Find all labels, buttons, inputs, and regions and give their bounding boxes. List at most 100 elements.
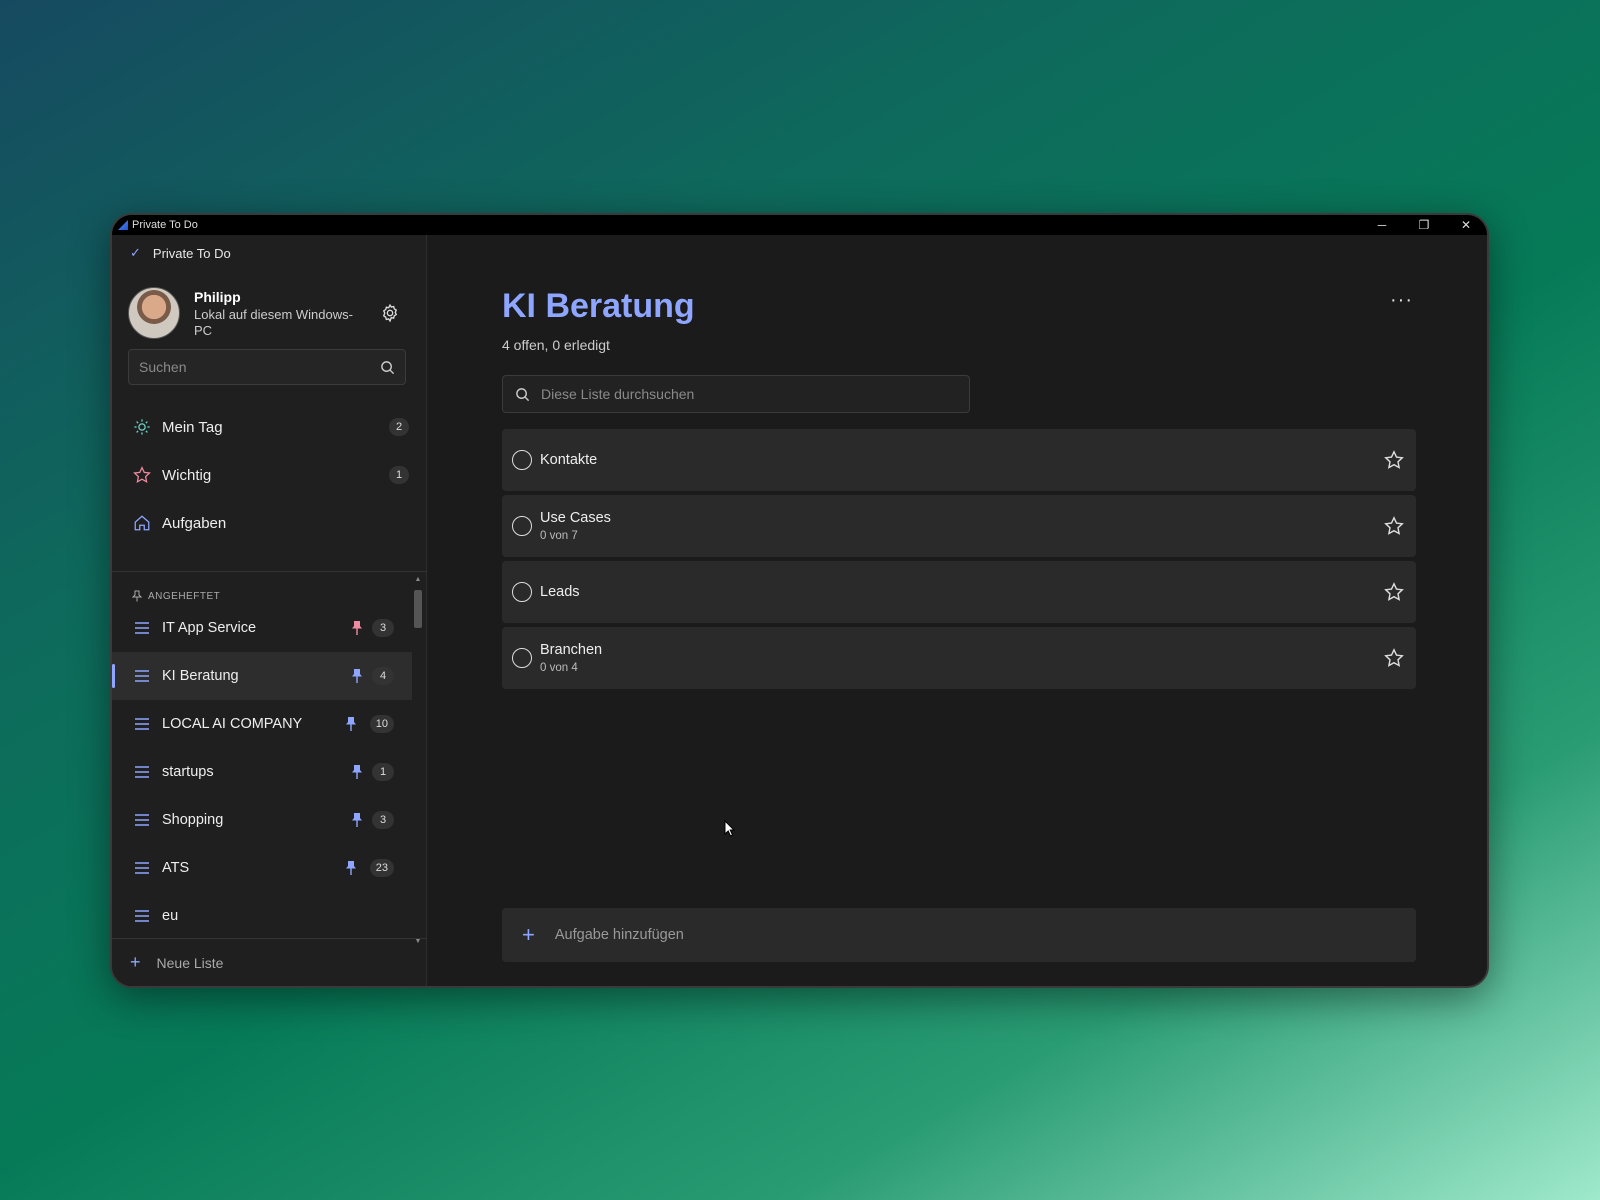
app-header: ✓ Private To Do xyxy=(130,245,231,261)
list-item-local-ai-company[interactable]: LOCAL AI COMPANY 10 xyxy=(112,700,412,748)
list-item-shopping[interactable]: Shopping 3 xyxy=(112,796,412,844)
custom-lists: ANGEHEFTET IT App Service 3 KI Beratung … xyxy=(112,572,412,950)
profile-name: Philipp xyxy=(194,289,241,305)
list-title[interactable]: KI Beratung xyxy=(502,287,695,326)
task-text: Use Cases 0 von 7 xyxy=(540,510,611,542)
list-label: ATS xyxy=(162,860,190,876)
pin-icon[interactable] xyxy=(350,764,364,780)
avatar[interactable] xyxy=(128,287,180,339)
scroll-thumb[interactable] xyxy=(414,590,422,628)
complete-checkbox[interactable] xyxy=(512,648,532,668)
count-badge: 1 xyxy=(372,763,394,781)
star-icon[interactable] xyxy=(1384,648,1404,668)
nav-label: Wichtig xyxy=(162,466,212,484)
search-input[interactable] xyxy=(139,359,359,375)
list-icon xyxy=(135,862,149,874)
count-badge: 3 xyxy=(372,619,394,637)
plus-icon: + xyxy=(522,922,535,947)
window-controls: ─ ❐ ✕ xyxy=(1361,215,1487,235)
complete-checkbox[interactable] xyxy=(512,582,532,602)
new-list-button[interactable]: + Neue Liste xyxy=(112,938,427,986)
task-text: Leads xyxy=(540,584,580,600)
star-icon[interactable] xyxy=(1384,582,1404,602)
count-badge: 4 xyxy=(372,667,394,685)
pin-icon[interactable] xyxy=(350,668,364,684)
mouse-cursor-icon xyxy=(724,820,736,837)
list-label: IT App Service xyxy=(162,620,257,636)
more-options-button[interactable]: ··· xyxy=(1390,289,1413,312)
smart-lists: Mein Tag 2 Wichtig 1 Aufgaben xyxy=(112,403,427,547)
user-profile[interactable]: Philipp Lokal auf diesem Windows-PC xyxy=(128,287,408,341)
complete-checkbox[interactable] xyxy=(512,450,532,470)
nav-item-wichtig[interactable]: Wichtig 1 xyxy=(112,451,427,499)
list-icon xyxy=(135,910,149,922)
app-name: Private To Do xyxy=(152,245,231,261)
star-icon[interactable] xyxy=(1384,516,1404,536)
home-icon xyxy=(132,513,152,533)
complete-checkbox[interactable] xyxy=(512,516,532,536)
pin-icon[interactable] xyxy=(344,860,358,876)
task-name: Kontakte xyxy=(540,452,598,468)
list-label: eu xyxy=(162,908,179,924)
search-icon xyxy=(516,388,530,402)
nav-item-aufgaben[interactable]: Aufgaben xyxy=(112,499,427,547)
add-task-input[interactable]: + Aufgabe hinzufügen xyxy=(502,908,1416,962)
scroll-up-arrow[interactable]: ▲ xyxy=(414,576,422,584)
task-subtask-progress: 0 von 4 xyxy=(540,662,578,674)
pin-outline-icon xyxy=(132,590,142,602)
list-item-it-app-service[interactable]: IT App Service 3 xyxy=(112,604,412,652)
list-item-eu[interactable]: eu xyxy=(112,892,412,940)
minimize-button[interactable]: ─ xyxy=(1361,215,1403,235)
task-item[interactable]: Use Cases 0 von 7 xyxy=(502,495,1416,557)
count-badge: 3 xyxy=(372,811,394,829)
count-badge: 23 xyxy=(369,859,394,877)
nav-label: Mein Tag xyxy=(162,418,223,436)
search-icon[interactable] xyxy=(380,360,395,375)
sidebar-scrollbar[interactable]: ▲ ▼ xyxy=(412,572,424,950)
count-badge: 2 xyxy=(389,418,409,436)
list-search[interactable] xyxy=(502,375,970,413)
task-item[interactable]: Kontakte xyxy=(502,429,1416,491)
app-icon xyxy=(118,220,128,230)
sidebar-search[interactable] xyxy=(128,349,406,385)
pin-icon[interactable] xyxy=(344,716,358,732)
check-icon: ✓ xyxy=(130,245,141,260)
star-icon[interactable] xyxy=(1384,450,1404,470)
task-text: Branchen 0 von 4 xyxy=(540,642,602,674)
title-bar: Private To Do ─ ❐ ✕ xyxy=(112,215,1487,235)
list-search-input[interactable] xyxy=(541,386,941,402)
task-name: Leads xyxy=(540,584,580,600)
list-icon xyxy=(135,766,149,778)
list-label: Shopping xyxy=(162,812,224,828)
task-list: Kontakte Use Cases 0 von 7 Leads Branche… xyxy=(502,429,1416,693)
gear-icon[interactable] xyxy=(380,303,400,323)
task-subtask-progress: 0 von 7 xyxy=(540,530,578,542)
task-item[interactable]: Branchen 0 von 4 xyxy=(502,627,1416,689)
task-item[interactable]: Leads xyxy=(502,561,1416,623)
sun-icon xyxy=(132,417,152,437)
star-icon xyxy=(132,465,152,485)
profile-subtitle: Lokal auf diesem Windows-PC xyxy=(194,307,353,338)
list-item-ki-beratung[interactable]: KI Beratung 4 xyxy=(112,652,412,700)
list-icon xyxy=(135,814,149,826)
restore-button[interactable]: ❐ xyxy=(1403,215,1445,235)
list-stats: 4 offen, 0 erledigt xyxy=(502,337,610,353)
pin-icon[interactable] xyxy=(350,812,364,828)
count-badge: 10 xyxy=(369,715,394,733)
plus-icon: + xyxy=(130,952,141,972)
sidebar: ✓ Private To Do Philipp Lokal auf diesem… xyxy=(112,235,427,986)
list-label: KI Beratung xyxy=(162,668,239,684)
new-list-label: Neue Liste xyxy=(156,954,224,971)
nav-label: Aufgaben xyxy=(162,514,227,532)
nav-item-mein-tag[interactable]: Mein Tag 2 xyxy=(112,403,427,451)
list-item-startups[interactable]: startups 1 xyxy=(112,748,412,796)
pin-icon[interactable] xyxy=(350,620,364,636)
app-window: Private To Do ─ ❐ ✕ ✓ Private To Do Phil… xyxy=(110,213,1489,988)
pinned-section-label: ANGEHEFTET xyxy=(112,572,412,604)
task-name: Branchen xyxy=(540,642,603,658)
close-button[interactable]: ✕ xyxy=(1445,215,1487,235)
task-name: Use Cases xyxy=(540,510,611,526)
list-item-ats[interactable]: ATS 23 xyxy=(112,844,412,892)
window-title: Private To Do xyxy=(132,219,198,231)
list-label: LOCAL AI COMPANY xyxy=(162,716,303,732)
